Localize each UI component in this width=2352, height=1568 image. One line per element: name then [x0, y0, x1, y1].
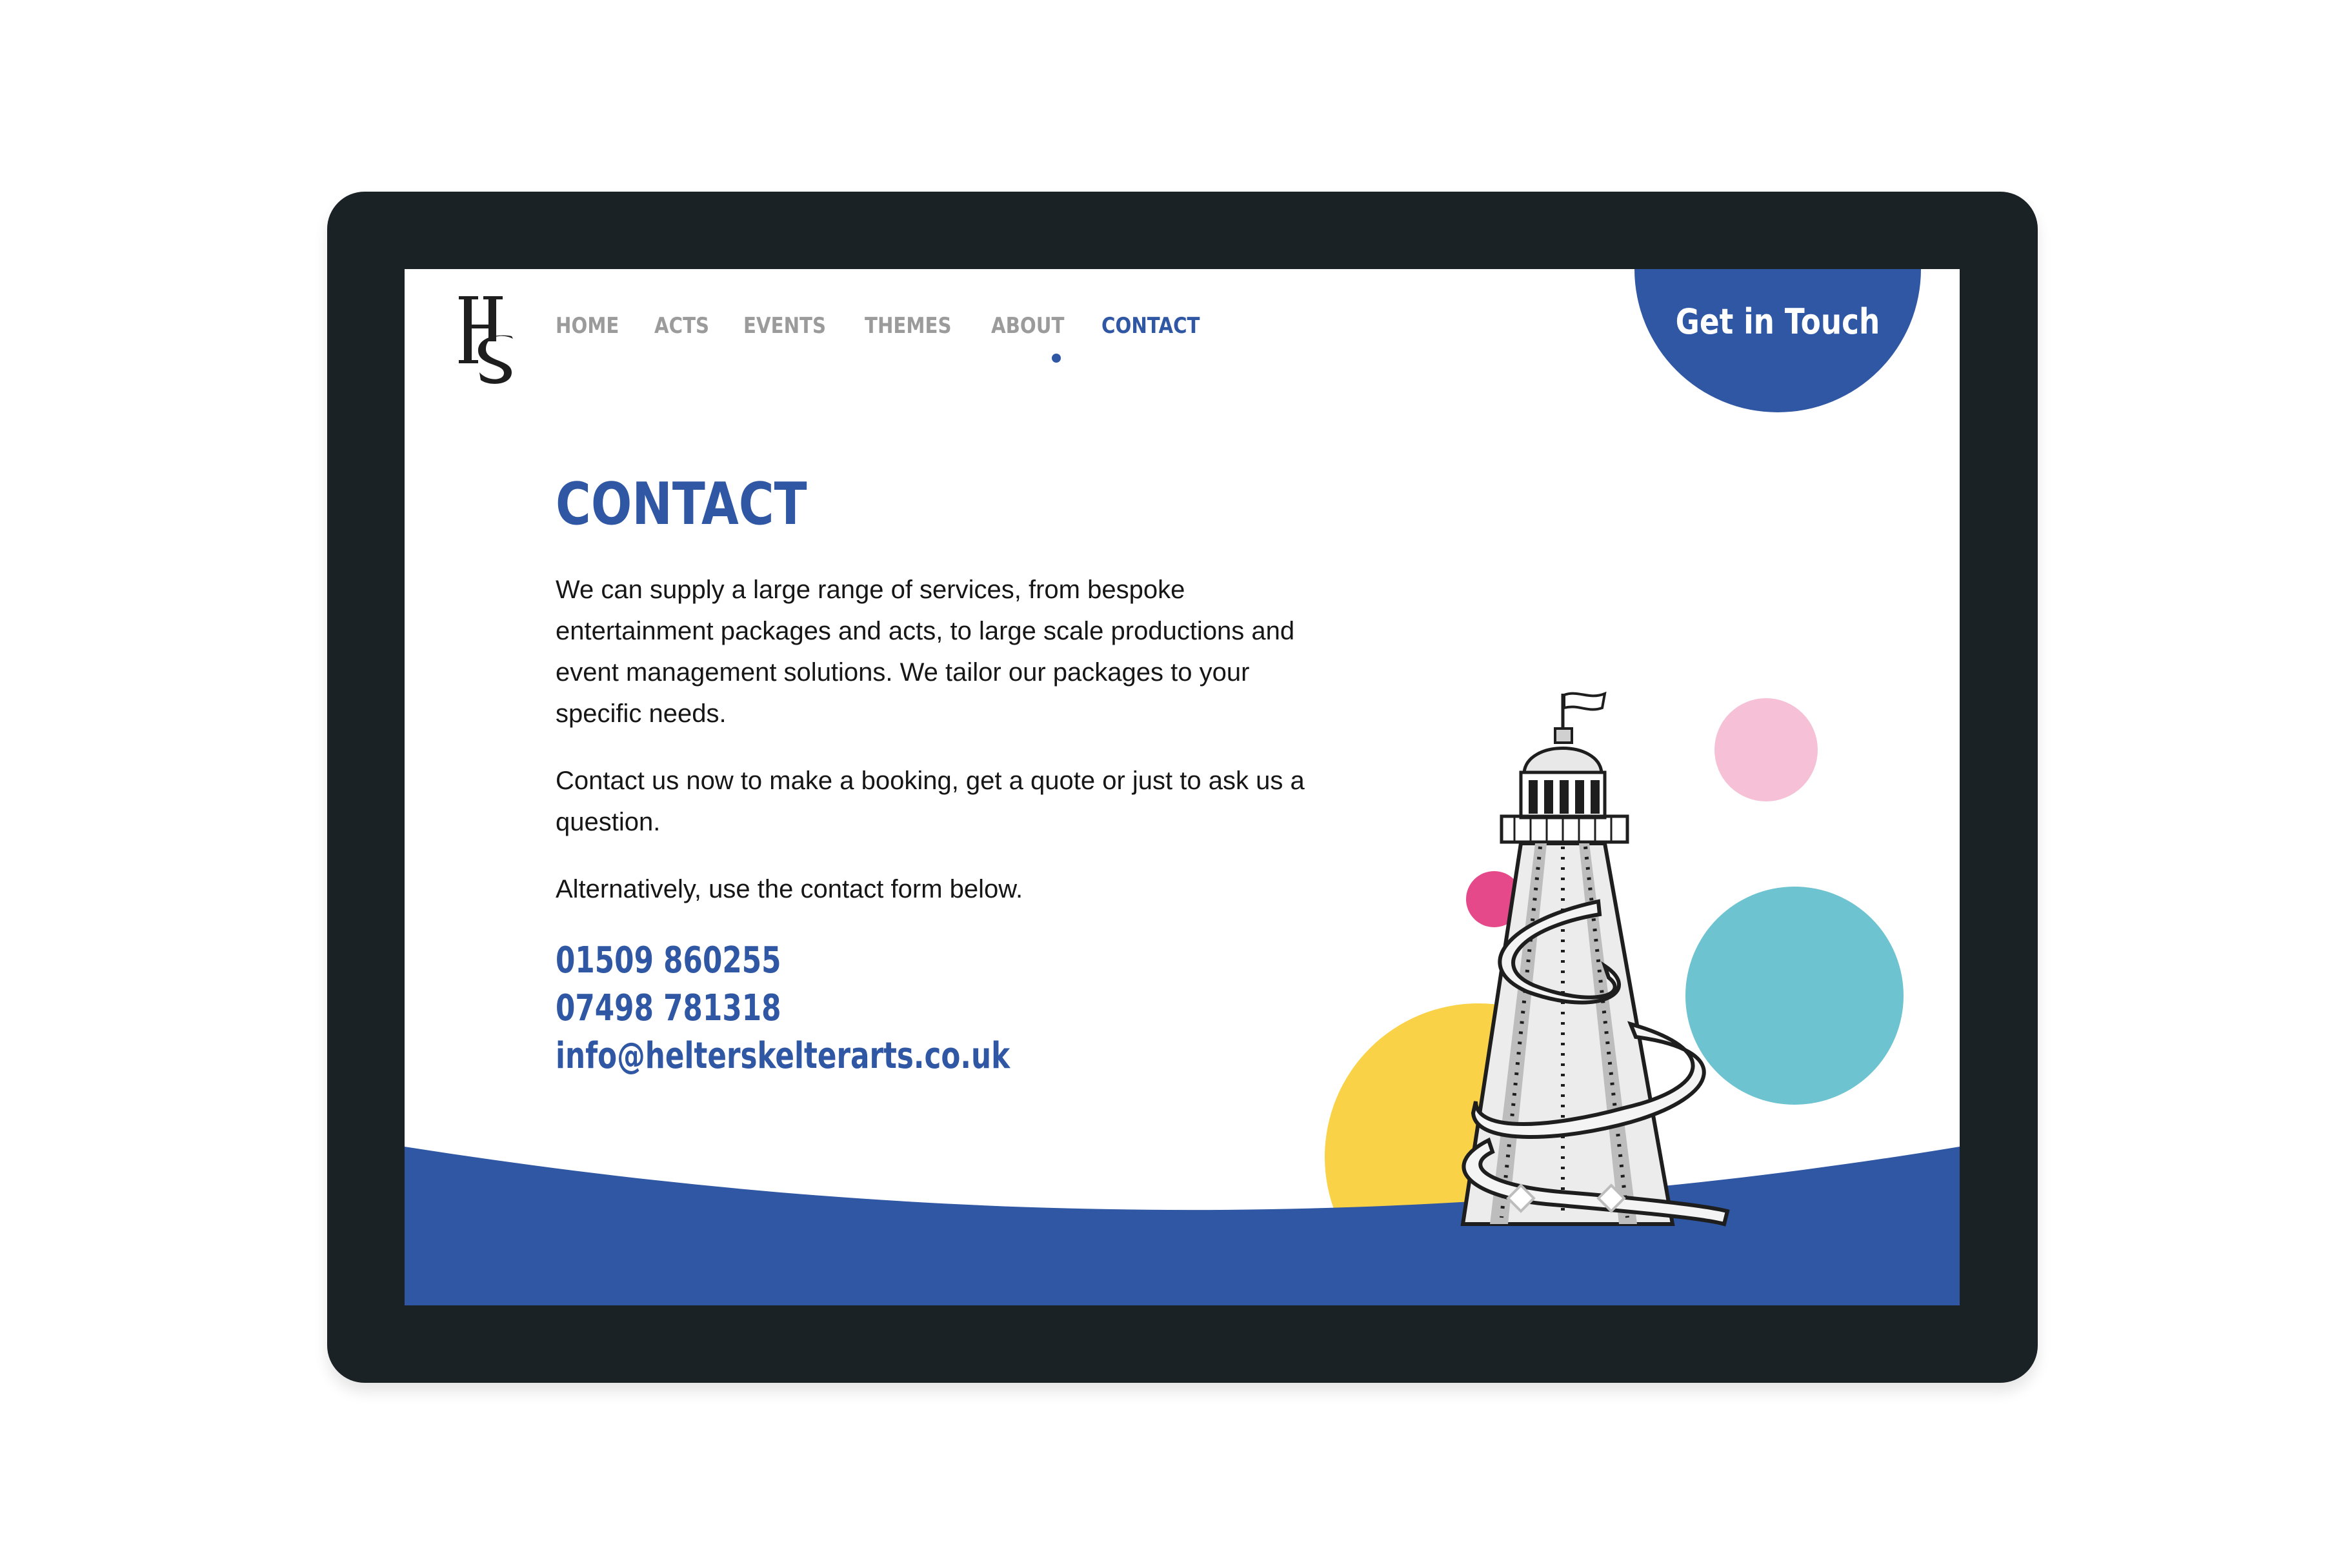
intro-paragraph-form: Alternatively, use the contact form belo…: [556, 875, 1023, 903]
contact-details: 01509 860255 07498 781318 info@helterske…: [556, 937, 1138, 1080]
nav-item-contact[interactable]: CONTACT: [1101, 313, 1200, 339]
main-nav: HOME ACTS EVENTS THEMES ABOUT CONTACT: [556, 313, 1241, 339]
email-link[interactable]: info@helterskelterarts.co.uk: [556, 1032, 1010, 1080]
hs-logo[interactable]: [457, 296, 516, 387]
get-in-touch-button[interactable]: Get in Touch: [1634, 269, 1921, 412]
phone-link-2[interactable]: 07498 781318: [556, 985, 1010, 1032]
page-title: CONTACT: [556, 470, 807, 538]
intro-paragraph-services: We can supply a large range of services,…: [556, 576, 1295, 728]
nav-item-about[interactable]: ABOUT: [991, 313, 1064, 339]
nav-item-acts[interactable]: ACTS: [654, 313, 709, 339]
intro-text: We can supply a large range of services,…: [556, 569, 1317, 936]
nav-item-themes[interactable]: THEMES: [865, 313, 952, 339]
nav-active-indicator: [1052, 354, 1061, 363]
intro-paragraph-booking: Contact us now to make a booking, get a …: [556, 767, 1305, 836]
website-screen: HOME ACTS EVENTS THEMES ABOUT CONTACT Ge…: [405, 269, 1960, 1305]
helter-skelter-tower-illustration: [1460, 691, 1730, 1227]
phone-link-1[interactable]: 01509 860255: [556, 937, 1010, 985]
get-in-touch-label: Get in Touch: [1675, 301, 1880, 342]
tablet-device-frame: HOME ACTS EVENTS THEMES ABOUT CONTACT Ge…: [327, 192, 2038, 1383]
nav-item-events[interactable]: EVENTS: [743, 313, 826, 339]
nav-item-home[interactable]: HOME: [556, 313, 619, 339]
hs-monogram-icon: [459, 296, 513, 384]
